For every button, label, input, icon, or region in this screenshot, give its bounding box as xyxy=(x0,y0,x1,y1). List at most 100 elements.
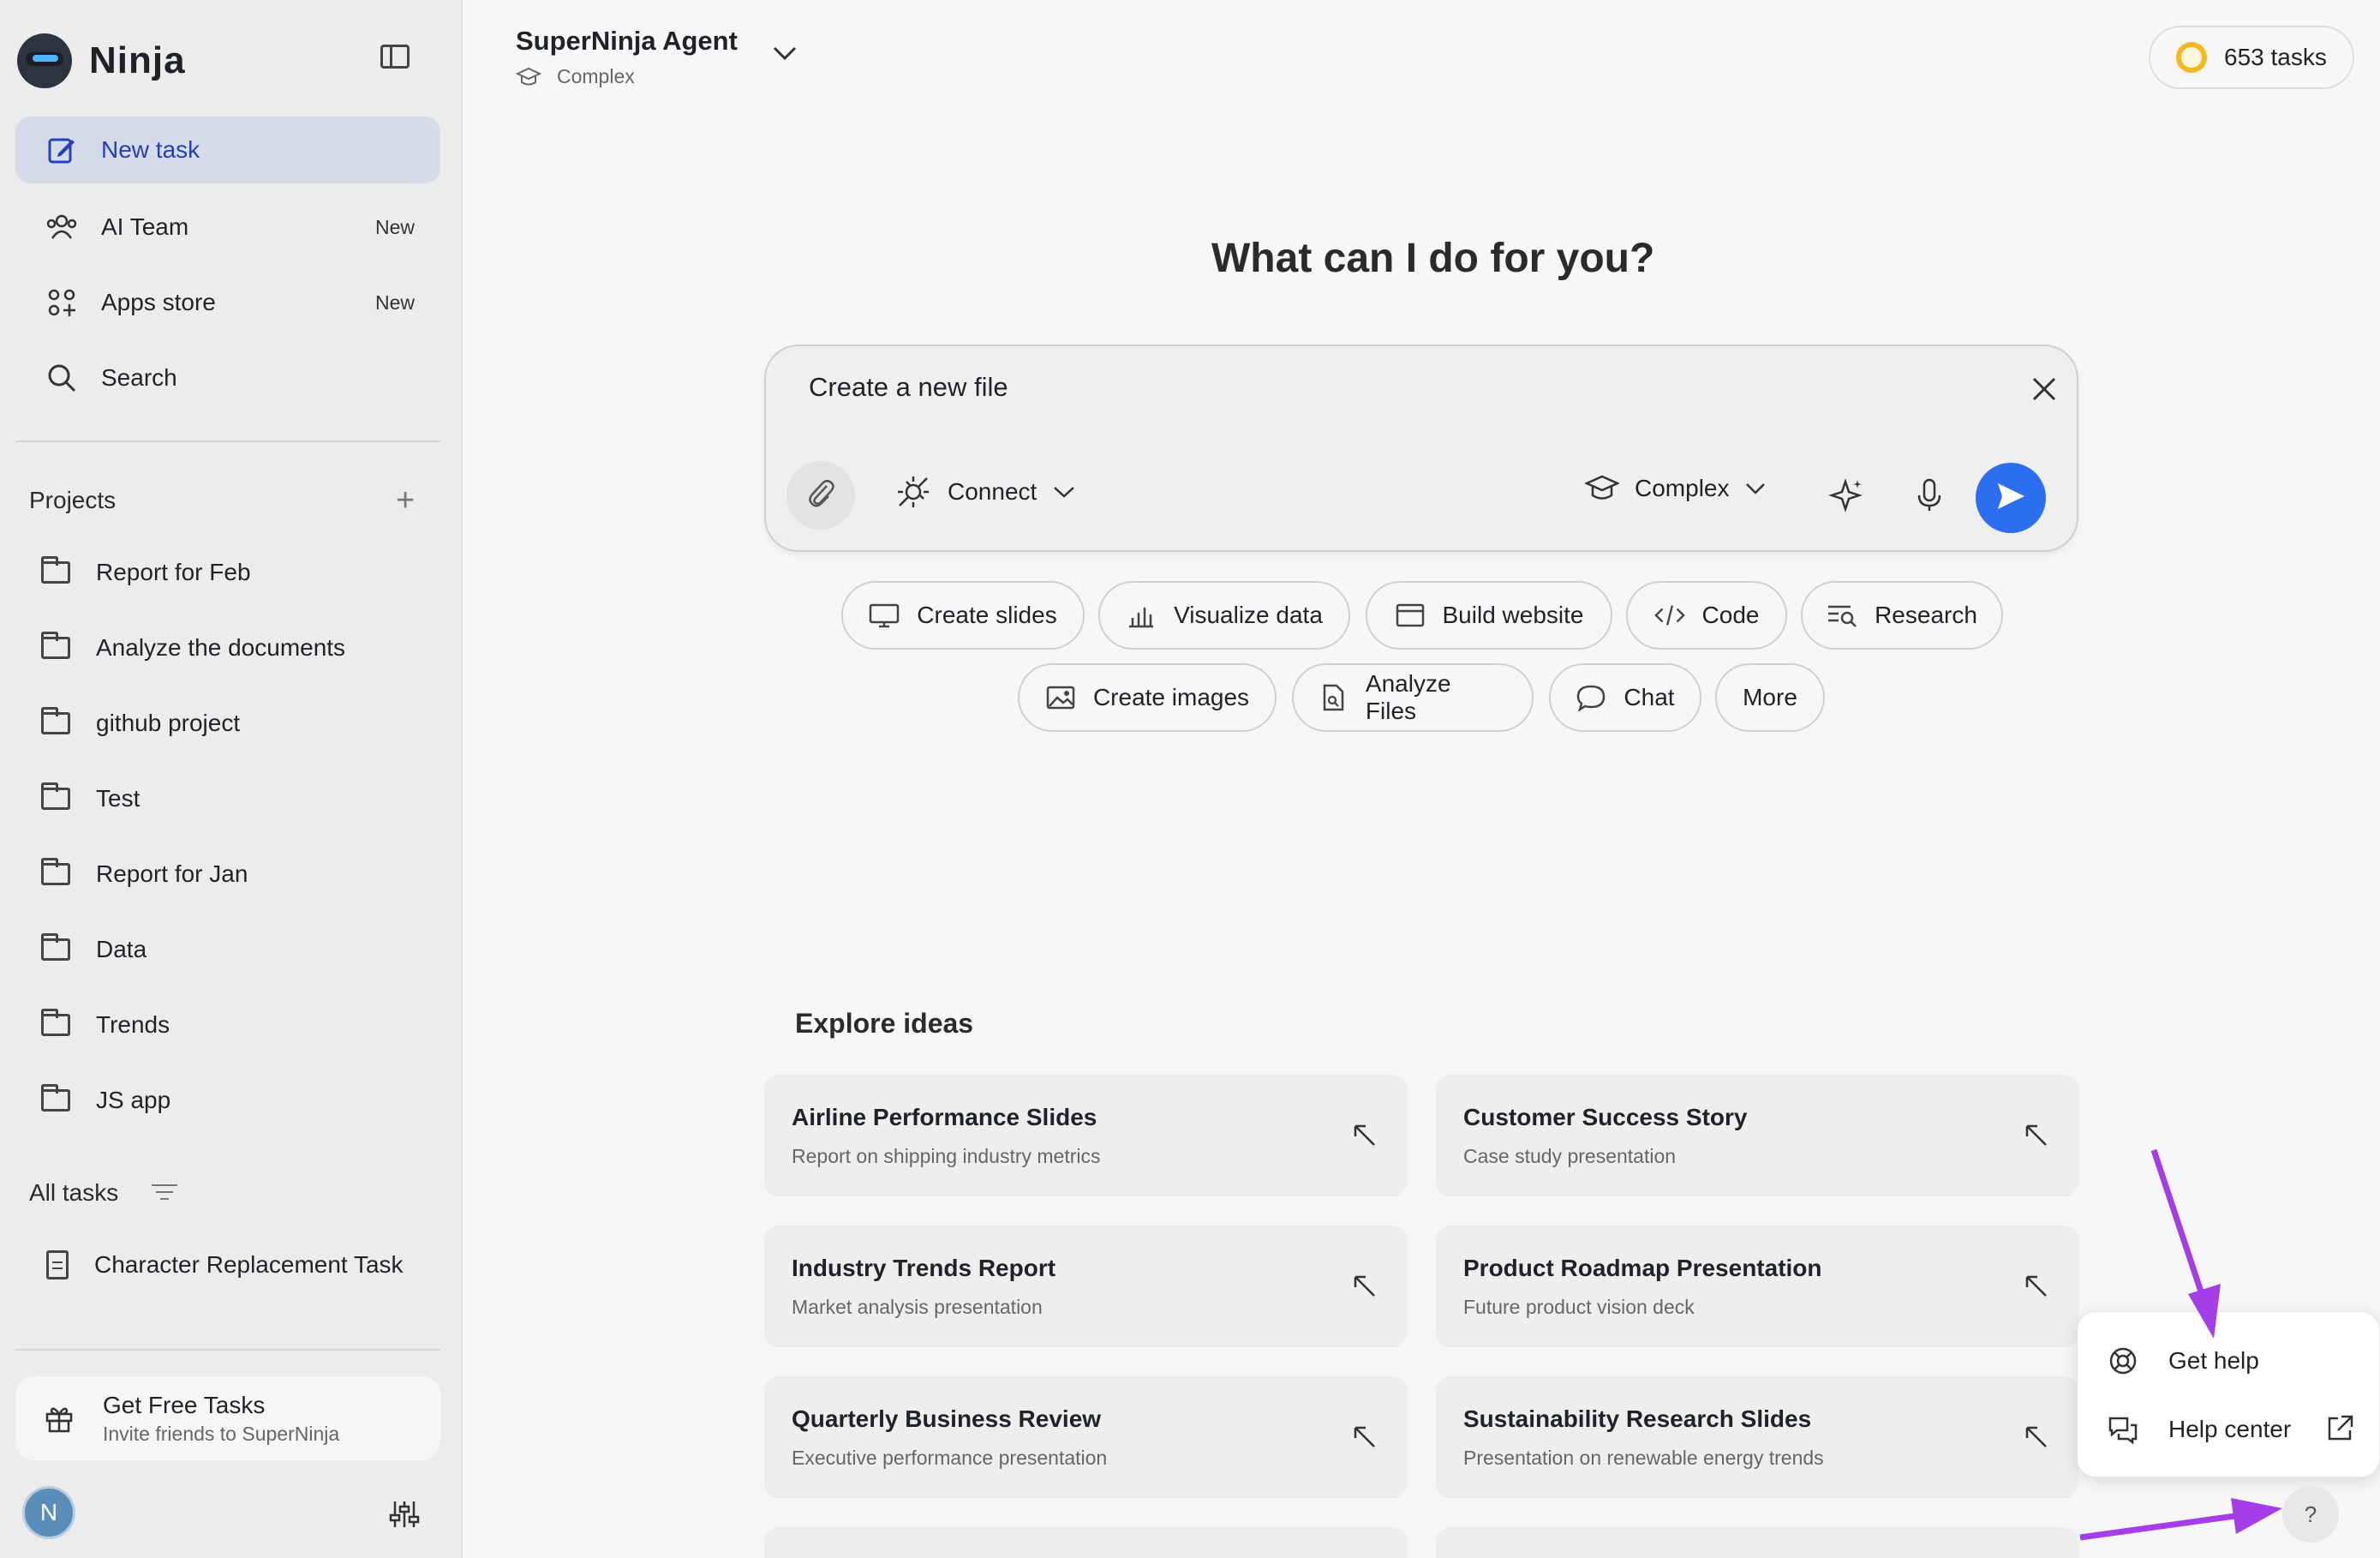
projects-heading: Projects xyxy=(29,487,117,513)
help-menu: Get help Help center xyxy=(2077,1311,2380,1477)
idea-card[interactable]: Customer Success Story Case study presen… xyxy=(1436,1075,2078,1196)
idea-card[interactable]: Product Roadmap Presentation Future prod… xyxy=(1436,1225,2078,1347)
chip-visualize-data[interactable]: Visualize data xyxy=(1098,581,1350,650)
nav-label: Search xyxy=(101,364,177,391)
sidebar: Ninja New task AI Team New Apps store Ne… xyxy=(0,0,463,1558)
idea-title: Industry Trends Report xyxy=(792,1255,1056,1281)
project-item[interactable]: Test xyxy=(15,768,440,830)
project-item[interactable]: github project xyxy=(15,692,440,754)
all-tasks-heading: All tasks xyxy=(29,1179,119,1206)
connect-button[interactable]: Connect xyxy=(896,475,1076,509)
chip-label: Create images xyxy=(1092,684,1250,710)
idea-title: Product Roadmap Presentation xyxy=(1463,1255,1822,1281)
get-help-item[interactable]: Get help xyxy=(2108,1346,2259,1375)
nav-apps-store[interactable]: Apps store New xyxy=(15,269,440,336)
app-window: Ninja New task AI Team New Apps store Ne… xyxy=(0,0,2380,1558)
agent-title[interactable]: SuperNinja Agent xyxy=(516,26,738,57)
brand[interactable]: Ninja xyxy=(17,31,186,91)
plug-icon xyxy=(896,475,930,509)
idea-card[interactable]: Industry Trends Report Market analysis p… xyxy=(764,1225,1407,1347)
idea-subtitle: Report on shipping industry metrics xyxy=(792,1145,1101,1167)
project-item[interactable]: Data xyxy=(15,919,440,980)
mode-label: Complex xyxy=(1635,475,1730,501)
chevron-down-icon[interactable] xyxy=(769,43,800,63)
project-item[interactable]: Report for Feb xyxy=(15,542,440,603)
project-item[interactable]: Analyze the documents xyxy=(15,617,440,679)
idea-subtitle: Market analysis presentation xyxy=(792,1296,1043,1318)
prompt-input[interactable]: Create a new file xyxy=(809,372,1008,403)
edit-icon xyxy=(45,133,79,167)
idea-card[interactable] xyxy=(764,1527,1407,1558)
chip-create-images[interactable]: Create images xyxy=(1018,663,1277,732)
chip-create-slides[interactable]: Create slides xyxy=(841,581,1085,650)
chip-more[interactable]: More xyxy=(1715,663,1825,732)
add-project-button[interactable]: + xyxy=(396,484,415,517)
prompt-box: Create a new file Connect Complex xyxy=(764,345,2078,552)
mode-selector[interactable]: Complex xyxy=(1583,475,1767,502)
chip-research[interactable]: Research xyxy=(1801,581,2003,650)
idea-card[interactable]: Airline Performance Slides Report on shi… xyxy=(764,1075,1407,1196)
divider xyxy=(15,1349,440,1351)
nav-label: AI Team xyxy=(101,213,189,240)
project-item[interactable]: Report for Jan xyxy=(15,843,440,905)
close-icon[interactable] xyxy=(2027,372,2061,406)
project-label: Report for Feb xyxy=(96,559,251,585)
idea-card[interactable]: Sustainability Research Slides Presentat… xyxy=(1436,1376,2078,1498)
task-item[interactable]: Character Replacement Task xyxy=(15,1234,440,1296)
chip-analyze-files[interactable]: Analyze Files xyxy=(1292,663,1534,732)
task-label: Character Replacement Task xyxy=(94,1251,404,1278)
idea-card[interactable] xyxy=(1436,1527,2078,1558)
paperclip-icon xyxy=(806,477,835,514)
team-icon xyxy=(45,210,79,244)
search-icon xyxy=(45,361,79,395)
presentation-icon xyxy=(869,602,900,628)
idea-card[interactable]: Quarterly Business Review Executive perf… xyxy=(764,1376,1407,1498)
settings-sliders-icon[interactable] xyxy=(389,1500,420,1529)
connect-label: Connect xyxy=(948,478,1038,505)
chip-code[interactable]: Code xyxy=(1626,581,1787,650)
apps-icon xyxy=(45,285,79,320)
idea-title: Customer Success Story xyxy=(1463,1104,1748,1130)
code-icon xyxy=(1653,602,1685,628)
project-label: Test xyxy=(96,785,141,812)
sparkle-icon[interactable] xyxy=(1828,476,1866,514)
divider xyxy=(15,440,440,442)
brand-name: Ninja xyxy=(89,39,186,81)
help-center-item[interactable]: Help center xyxy=(2108,1415,2291,1445)
get-free-tasks-card[interactable]: Get Free Tasks Invite friends to SuperNi… xyxy=(15,1376,440,1460)
arrow-up-left-icon xyxy=(1352,1424,1378,1450)
agent-mode-label: Complex xyxy=(557,65,635,87)
idea-title: Sustainability Research Slides xyxy=(1463,1405,1812,1432)
chip-label: More xyxy=(1743,684,1797,710)
chip-label: Code xyxy=(1701,602,1760,628)
attach-button[interactable] xyxy=(786,461,855,530)
idea-title: Airline Performance Slides xyxy=(792,1104,1097,1130)
send-button[interactable] xyxy=(1976,463,2046,533)
project-item[interactable]: JS app xyxy=(15,1070,440,1131)
nav-label: Apps store xyxy=(101,289,216,315)
filter-icon[interactable] xyxy=(151,1184,178,1201)
nav-new-task[interactable]: New task xyxy=(15,117,440,183)
nav-search[interactable]: Search xyxy=(15,345,440,411)
sidebar-toggle-icon[interactable] xyxy=(380,45,410,69)
new-badge: New xyxy=(374,291,415,314)
avatar[interactable]: N xyxy=(22,1486,75,1539)
help-button[interactable]: ? xyxy=(2282,1486,2339,1543)
arrow-up-left-icon xyxy=(1352,1123,1378,1148)
project-item[interactable]: Trends xyxy=(15,994,440,1056)
coin-icon xyxy=(2176,42,2207,73)
arrow-up-left-icon xyxy=(2024,1123,2049,1148)
folder-icon xyxy=(41,1009,70,1036)
nav-label: New task xyxy=(101,136,200,163)
chip-chat[interactable]: Chat xyxy=(1549,663,1701,732)
project-label: Report for Jan xyxy=(96,860,248,887)
lifebuoy-icon xyxy=(2108,1346,2138,1375)
chip-build-website[interactable]: Build website xyxy=(1366,581,1612,650)
tasks-balance[interactable]: 653 tasks xyxy=(2149,26,2354,89)
new-badge: New xyxy=(374,215,415,238)
nav-ai-team[interactable]: AI Team New xyxy=(15,194,440,261)
explore-ideas-heading: Explore ideas xyxy=(795,1008,974,1039)
free-card-title: Get Free Tasks xyxy=(103,1391,266,1418)
chip-label: Research xyxy=(1875,602,1977,628)
microphone-icon[interactable] xyxy=(1911,476,1948,514)
